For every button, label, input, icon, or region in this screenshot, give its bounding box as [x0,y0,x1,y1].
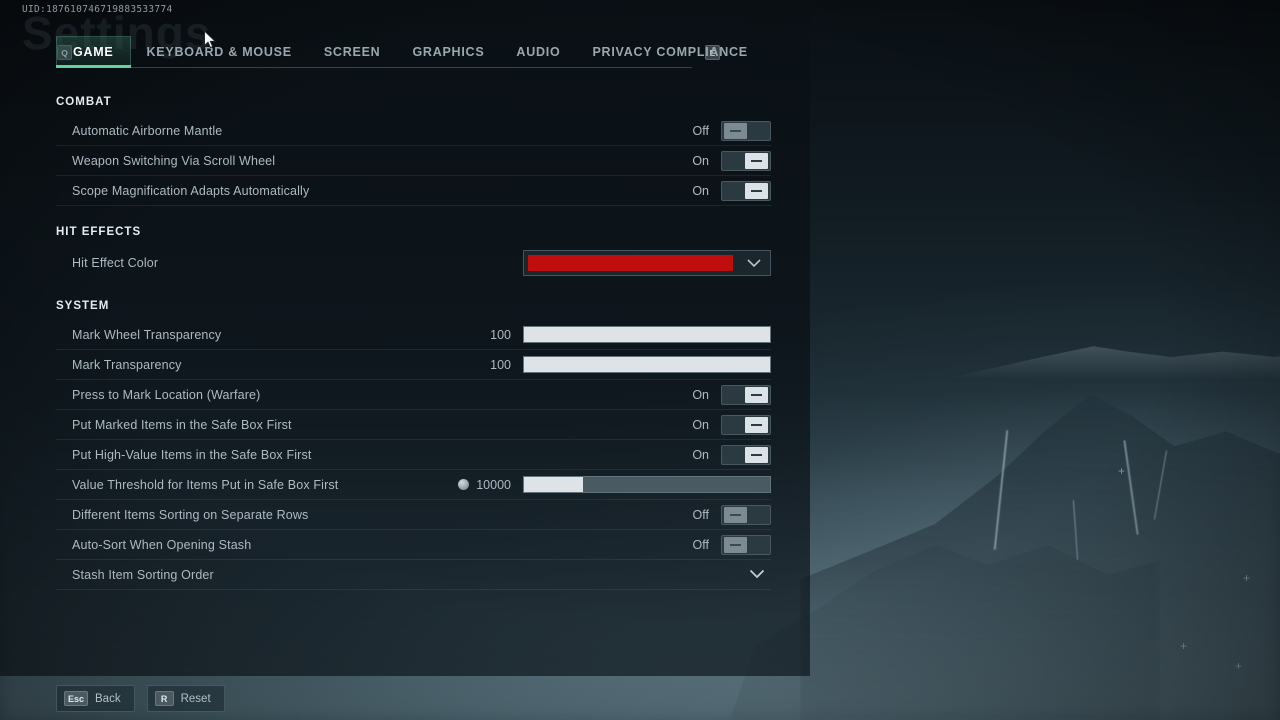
setting-label: Value Threshold for Items Put in Safe Bo… [72,477,339,492]
toggle-knob [745,446,768,463]
setting-value: On [692,153,709,168]
toggle-knob [745,182,768,199]
setting-row-different-items-sorting-on-separate-rows[interactable]: Different Items Sorting on Separate Rows… [56,500,771,530]
reset-label: Reset [180,692,211,705]
section-title-combat: COMBAT [56,96,112,108]
setting-label: Weapon Switching Via Scroll Wheel [72,153,276,168]
setting-row-value-threshold-for-items-put-in-safe-box-first[interactable]: Value Threshold for Items Put in Safe Bo… [56,470,771,500]
slider-mark-transparency[interactable] [523,356,771,373]
settings-content: COMBAT Automatic Airborne Mantle Off Wea… [56,96,771,610]
toggle-knob [724,506,747,523]
setting-label: Hit Effect Color [72,256,159,270]
toggle-different-items-sorting-on-separate-rows[interactable] [721,504,771,525]
setting-value: 100 [490,357,511,372]
tab-keyboard-mouse[interactable]: KEYBOARD & MOUSE [131,36,308,67]
setting-value: Off [692,123,709,138]
color-swatch [528,255,733,271]
setting-value: On [692,447,709,462]
dash-icon [751,189,762,192]
setting-row-automatic-airborne-mantle[interactable]: Automatic Airborne Mantle Off [56,116,771,146]
setting-row-hit-effect-color[interactable]: Hit Effect Color [56,246,771,280]
setting-value: Off [692,537,709,552]
toggle-knob [745,386,768,403]
section-title-system: SYSTEM [56,300,110,312]
setting-row-mark-wheel-transparency[interactable]: Mark Wheel Transparency 100 [56,320,771,350]
setting-label: Different Items Sorting on Separate Rows [72,507,309,522]
setting-row-stash-item-sorting-order[interactable]: Stash Item Sorting Order [56,560,771,590]
slider-fill [524,477,584,492]
uid-label: UID:187610746719883533774 [22,4,173,15]
dash-icon [751,159,762,162]
setting-label: Mark Transparency [72,357,182,372]
esc-key-badge: Esc [64,691,89,706]
setting-label: Mark Wheel Transparency [72,327,222,342]
setting-row-put-high-value-items-in-safe-box-first[interactable]: Put High-Value Items in the Safe Box Fir… [56,440,771,470]
toggle-automatic-airborne-mantle[interactable] [721,120,771,141]
setting-value: On [692,387,709,402]
setting-label: Auto-Sort When Opening Stash [72,537,252,552]
slider-fill [524,357,770,372]
setting-label: Put High-Value Items in the Safe Box Fir… [72,447,312,462]
dash-icon [751,453,762,456]
tab-audio[interactable]: AUDIO [500,36,576,67]
setting-row-auto-sort-when-opening-stash[interactable]: Auto-Sort When Opening Stash Off [56,530,771,560]
setting-value: 100 [490,327,511,342]
reset-button[interactable]: R Reset [146,685,225,712]
back-label: Back [95,692,121,705]
setting-row-scope-magnification-adapts-automatically[interactable]: Scope Magnification Adapts Automatically… [56,176,771,206]
setting-row-mark-transparency[interactable]: Mark Transparency 100 [56,350,771,380]
footer-hints: Esc Back R Reset [56,685,225,712]
toggle-put-marked-items-in-safe-box-first[interactable] [721,414,771,435]
dash-icon [751,423,762,426]
settings-tab-bar: GAME KEYBOARD & MOUSE SCREEN GRAPHICS AU… [56,36,747,68]
currency-coin-icon [458,479,470,490]
slider-mark-wheel-transparency[interactable] [523,326,771,343]
slider-value-threshold[interactable] [523,476,771,493]
r-key-badge: R [154,691,174,706]
back-button[interactable]: Esc Back [56,685,135,712]
chevron-down-icon[interactable] [749,566,765,584]
section-hit-effects: HIT EFFECTS Hit Effect Color [56,226,771,280]
dash-icon [730,543,741,546]
setting-label: Scope Magnification Adapts Automatically [72,183,310,198]
toggle-auto-sort-when-opening-stash[interactable] [721,534,771,555]
tab-screen[interactable]: SCREEN [308,36,397,67]
chevron-down-icon [747,258,761,268]
setting-value: Off [692,507,709,522]
toggle-knob [724,122,747,139]
setting-label: Put Marked Items in the Safe Box First [72,417,292,432]
setting-value: On [692,417,709,432]
value-threshold-group: 10000 [458,478,511,492]
section-title-hit-effects: HIT EFFECTS [56,226,142,238]
mouse-cursor [203,29,217,55]
slider-fill [524,327,770,342]
tab-game[interactable]: GAME [56,36,131,68]
toggle-knob [745,416,768,433]
setting-row-put-marked-items-in-safe-box-first[interactable]: Put Marked Items in the Safe Box First O… [56,410,771,440]
tab-privacy-compliance[interactable]: PRIVACY COMPLIANCE [576,36,763,67]
dash-icon [730,129,741,132]
toggle-knob [745,152,768,169]
setting-value: 10000 [476,477,511,492]
setting-label: Stash Item Sorting Order [72,567,214,582]
setting-row-press-to-mark-location[interactable]: Press to Mark Location (Warfare) On [56,380,771,410]
toggle-scope-magnification-adapts-automatically[interactable] [721,180,771,201]
toggle-weapon-switching-via-scroll-wheel[interactable] [721,150,771,171]
toggle-press-to-mark-location[interactable] [721,384,771,405]
setting-label: Automatic Airborne Mantle [72,123,223,138]
toggle-knob [724,536,747,553]
dash-icon [751,393,762,396]
section-combat: COMBAT Automatic Airborne Mantle Off Wea… [56,96,771,206]
setting-row-weapon-switching-via-scroll-wheel[interactable]: Weapon Switching Via Scroll Wheel On [56,146,771,176]
setting-value: On [692,183,709,198]
hit-effect-color-dropdown[interactable] [523,250,771,276]
dash-icon [730,513,741,516]
section-system: SYSTEM Mark Wheel Transparency 100 Mark … [56,300,771,590]
tab-graphics[interactable]: GRAPHICS [396,36,500,67]
toggle-put-high-value-items-in-safe-box-first[interactable] [721,444,771,465]
setting-label: Press to Mark Location (Warfare) [72,387,261,402]
